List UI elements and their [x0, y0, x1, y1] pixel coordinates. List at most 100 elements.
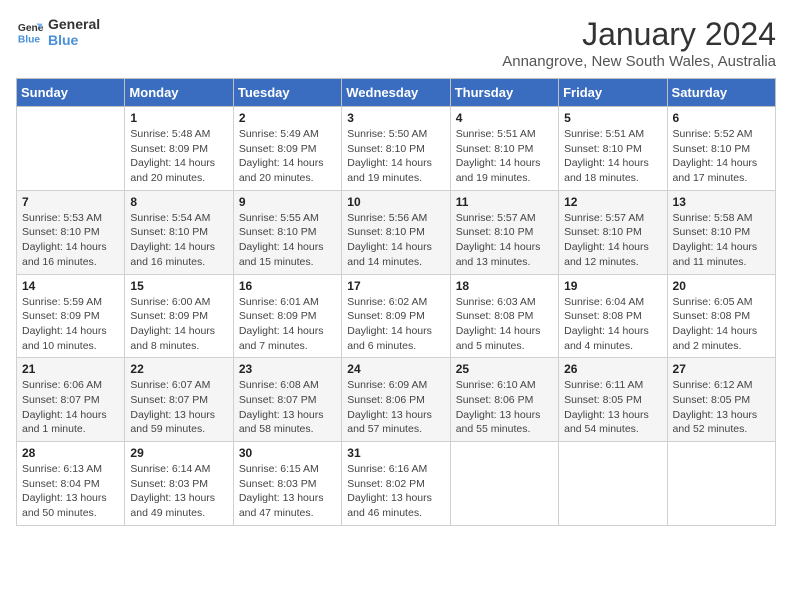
day-number: 29 [130, 446, 227, 460]
logo-line1: General [48, 16, 100, 32]
day-info: Sunrise: 6:11 AM Sunset: 8:05 PM Dayligh… [564, 378, 661, 437]
calendar-cell: 21 Sunrise: 6:06 AM Sunset: 8:07 PM Dayli… [17, 358, 125, 442]
day-info: Sunrise: 5:59 AM Sunset: 8:09 PM Dayligh… [22, 295, 119, 354]
day-info: Sunrise: 5:58 AM Sunset: 8:10 PM Dayligh… [673, 211, 770, 270]
week-row-4: 21 Sunrise: 6:06 AM Sunset: 8:07 PM Dayli… [17, 358, 776, 442]
day-info: Sunrise: 6:16 AM Sunset: 8:02 PM Dayligh… [347, 462, 444, 521]
header-row: SundayMondayTuesdayWednesdayThursdayFrid… [17, 79, 776, 107]
week-row-3: 14Sunrise: 5:59 AM Sunset: 8:09 PM Dayli… [17, 274, 776, 358]
week-row-1: 1 Sunrise: 5:48 AM Sunset: 8:09 PM Daylig… [17, 107, 776, 191]
calendar-table: SundayMondayTuesdayWednesdayThursdayFrid… [16, 78, 776, 526]
calendar-cell: 27 Sunrise: 6:12 AM Sunset: 8:05 PM Dayli… [667, 358, 775, 442]
day-number: 20 [673, 279, 770, 293]
day-info: Sunrise: 6:15 AM Sunset: 8:03 PM Dayligh… [239, 462, 336, 521]
day-info: Sunrise: 5:52 AM Sunset: 8:10 PM Dayligh… [673, 127, 770, 186]
calendar-cell [17, 107, 125, 191]
day-info: Sunrise: 5:56 AM Sunset: 8:10 PM Dayligh… [347, 211, 444, 270]
day-info: Sunrise: 6:05 AM Sunset: 8:08 PM Dayligh… [673, 295, 770, 354]
calendar-cell: 14Sunrise: 5:59 AM Sunset: 8:09 PM Dayli… [17, 274, 125, 358]
day-number: 16 [239, 279, 336, 293]
day-info: Sunrise: 5:55 AM Sunset: 8:10 PM Dayligh… [239, 211, 336, 270]
calendar-cell: 24 Sunrise: 6:09 AM Sunset: 8:06 PM Dayli… [342, 358, 450, 442]
calendar-cell: 23Sunrise: 6:08 AM Sunset: 8:07 PM Dayli… [233, 358, 341, 442]
day-info: Sunrise: 5:48 AM Sunset: 8:09 PM Dayligh… [130, 127, 227, 186]
calendar-cell: 30 Sunrise: 6:15 AM Sunset: 8:03 PM Dayli… [233, 442, 341, 526]
day-number: 13 [673, 195, 770, 209]
day-number: 8 [130, 195, 227, 209]
day-info: Sunrise: 5:51 AM Sunset: 8:10 PM Dayligh… [456, 127, 553, 186]
calendar-cell [667, 442, 775, 526]
day-number: 7 [22, 195, 119, 209]
day-info: Sunrise: 5:49 AM Sunset: 8:09 PM Dayligh… [239, 127, 336, 186]
header-day-wednesday: Wednesday [342, 79, 450, 107]
calendar-cell: 5 Sunrise: 5:51 AM Sunset: 8:10 PM Daylig… [559, 107, 667, 191]
calendar-cell: 17 Sunrise: 6:02 AM Sunset: 8:09 PM Dayli… [342, 274, 450, 358]
day-number: 17 [347, 279, 444, 293]
calendar-cell: 12Sunrise: 5:57 AM Sunset: 8:10 PM Dayli… [559, 190, 667, 274]
day-number: 4 [456, 111, 553, 125]
day-info: Sunrise: 6:12 AM Sunset: 8:05 PM Dayligh… [673, 378, 770, 437]
calendar-cell: 18 Sunrise: 6:03 AM Sunset: 8:08 PM Dayli… [450, 274, 558, 358]
day-number: 2 [239, 111, 336, 125]
logo-line2: Blue [48, 32, 100, 48]
day-info: Sunrise: 5:57 AM Sunset: 8:10 PM Dayligh… [564, 211, 661, 270]
day-number: 15 [130, 279, 227, 293]
header-day-thursday: Thursday [450, 79, 558, 107]
day-number: 18 [456, 279, 553, 293]
calendar-cell: 29 Sunrise: 6:14 AM Sunset: 8:03 PM Dayli… [125, 442, 233, 526]
calendar-cell: 6 Sunrise: 5:52 AM Sunset: 8:10 PM Daylig… [667, 107, 775, 191]
day-number: 27 [673, 362, 770, 376]
day-number: 24 [347, 362, 444, 376]
day-info: Sunrise: 6:00 AM Sunset: 8:09 PM Dayligh… [130, 295, 227, 354]
day-number: 31 [347, 446, 444, 460]
calendar-cell: 15 Sunrise: 6:00 AM Sunset: 8:09 PM Dayli… [125, 274, 233, 358]
day-number: 1 [130, 111, 227, 125]
day-number: 30 [239, 446, 336, 460]
calendar-cell: 28Sunrise: 6:13 AM Sunset: 8:04 PM Dayli… [17, 442, 125, 526]
day-number: 3 [347, 111, 444, 125]
day-number: 11 [456, 195, 553, 209]
day-info: Sunrise: 6:06 AM Sunset: 8:07 PM Dayligh… [22, 378, 119, 437]
day-number: 19 [564, 279, 661, 293]
calendar-cell [450, 442, 558, 526]
calendar-cell: 22Sunrise: 6:07 AM Sunset: 8:07 PM Dayli… [125, 358, 233, 442]
calendar-cell: 2 Sunrise: 5:49 AM Sunset: 8:09 PM Daylig… [233, 107, 341, 191]
header-day-friday: Friday [559, 79, 667, 107]
day-number: 6 [673, 111, 770, 125]
day-info: Sunrise: 5:51 AM Sunset: 8:10 PM Dayligh… [564, 127, 661, 186]
day-number: 9 [239, 195, 336, 209]
page-header: General Blue General Blue January 2024 A… [16, 16, 776, 70]
calendar-cell: 1 Sunrise: 5:48 AM Sunset: 8:09 PM Daylig… [125, 107, 233, 191]
calendar-cell: 20 Sunrise: 6:05 AM Sunset: 8:08 PM Dayli… [667, 274, 775, 358]
calendar-title: January 2024 [502, 16, 776, 53]
day-number: 21 [22, 362, 119, 376]
calendar-cell [559, 442, 667, 526]
logo: General Blue General Blue [16, 16, 100, 48]
day-info: Sunrise: 5:53 AM Sunset: 8:10 PM Dayligh… [22, 211, 119, 270]
header-day-tuesday: Tuesday [233, 79, 341, 107]
day-info: Sunrise: 5:54 AM Sunset: 8:10 PM Dayligh… [130, 211, 227, 270]
calendar-cell: 8 Sunrise: 5:54 AM Sunset: 8:10 PM Daylig… [125, 190, 233, 274]
calendar-subtitle: Annangrove, New South Wales, Australia [502, 53, 776, 70]
day-info: Sunrise: 6:07 AM Sunset: 8:07 PM Dayligh… [130, 378, 227, 437]
week-row-2: 7 Sunrise: 5:53 AM Sunset: 8:10 PM Daylig… [17, 190, 776, 274]
day-info: Sunrise: 6:04 AM Sunset: 8:08 PM Dayligh… [564, 295, 661, 354]
calendar-cell: 3 Sunrise: 5:50 AM Sunset: 8:10 PM Daylig… [342, 107, 450, 191]
calendar-cell: 31 Sunrise: 6:16 AM Sunset: 8:02 PM Dayli… [342, 442, 450, 526]
calendar-cell: 26 Sunrise: 6:11 AM Sunset: 8:05 PM Dayli… [559, 358, 667, 442]
day-info: Sunrise: 6:10 AM Sunset: 8:06 PM Dayligh… [456, 378, 553, 437]
calendar-cell: 9 Sunrise: 5:55 AM Sunset: 8:10 PM Daylig… [233, 190, 341, 274]
title-area: January 2024 Annangrove, New South Wales… [502, 16, 776, 70]
logo-icon: General Blue [16, 18, 44, 46]
day-number: 26 [564, 362, 661, 376]
day-info: Sunrise: 6:14 AM Sunset: 8:03 PM Dayligh… [130, 462, 227, 521]
day-info: Sunrise: 6:03 AM Sunset: 8:08 PM Dayligh… [456, 295, 553, 354]
header-day-monday: Monday [125, 79, 233, 107]
calendar-cell: 7 Sunrise: 5:53 AM Sunset: 8:10 PM Daylig… [17, 190, 125, 274]
day-info: Sunrise: 5:50 AM Sunset: 8:10 PM Dayligh… [347, 127, 444, 186]
calendar-cell: 25Sunrise: 6:10 AM Sunset: 8:06 PM Dayli… [450, 358, 558, 442]
day-number: 10 [347, 195, 444, 209]
day-info: Sunrise: 6:02 AM Sunset: 8:09 PM Dayligh… [347, 295, 444, 354]
day-info: Sunrise: 6:09 AM Sunset: 8:06 PM Dayligh… [347, 378, 444, 437]
day-number: 5 [564, 111, 661, 125]
